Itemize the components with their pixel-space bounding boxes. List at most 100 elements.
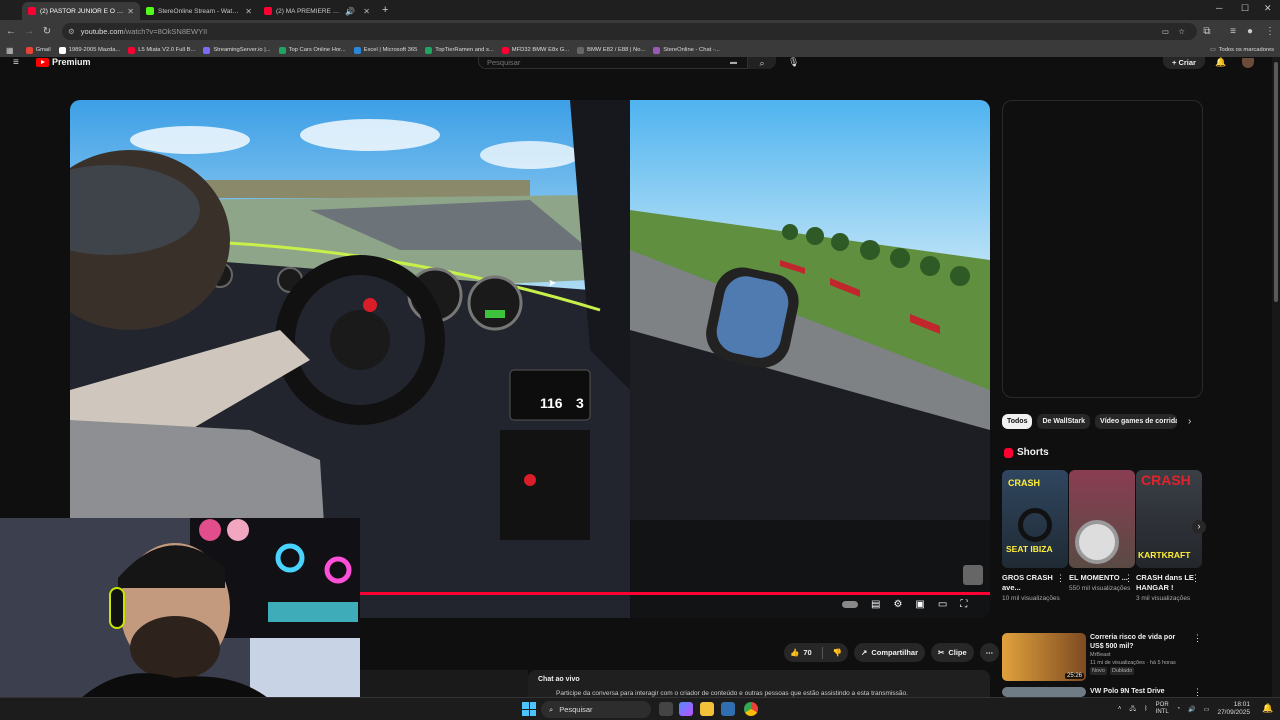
thumbs-up-icon: 👍 — [790, 648, 800, 657]
clip-button[interactable]: ✂ Clipe — [931, 643, 974, 662]
media-icon[interactable]: ≡ — [1224, 26, 1242, 37]
extensions-icon[interactable]: ⧉ — [1198, 26, 1216, 37]
video-thumbnail[interactable] — [1002, 687, 1086, 697]
clock[interactable]: 18:01 27/09/2025 — [1217, 701, 1250, 717]
site-info-icon[interactable]: ⚙ — [68, 27, 75, 36]
forward-icon[interactable]: → — [20, 26, 38, 37]
chevron-right-icon[interactable]: › — [1188, 416, 1191, 427]
speaker-icon[interactable]: 🔊 — [345, 7, 355, 16]
channel-watermark[interactable] — [963, 565, 983, 585]
bookmark-item[interactable]: MFD32 BMW E8x G... — [501, 46, 569, 54]
kick-favicon-icon — [146, 7, 154, 15]
bookmark-item[interactable]: 1989-2005 Mazda... — [58, 46, 120, 54]
settings-gear-icon[interactable]: ⚙ — [893, 599, 902, 610]
autoplay-toggle[interactable] — [842, 601, 858, 608]
language-indicator[interactable]: POR INTL — [1156, 702, 1169, 716]
address-bar[interactable]: ⚙ youtube.com/watch?v=8OkSN8EWYII ▭ ☆ — [62, 23, 1197, 40]
volume-icon[interactable]: 🔊 — [1188, 706, 1195, 713]
taskbar-search[interactable]: ⌕ Pesquisar — [541, 701, 651, 718]
short-overlay-text: CRASH — [1141, 472, 1191, 488]
windows-start-icon[interactable] — [522, 702, 536, 716]
cast-icon[interactable]: ▭ — [1162, 27, 1169, 36]
browser-tab-3[interactable]: (2) MA PREMIERE COURSE 🔊 ✕ — [258, 2, 376, 20]
bookmark-item[interactable]: L5 Miata V2.0 Full B... — [128, 46, 195, 54]
copilot-icon[interactable] — [679, 702, 693, 716]
profile-icon[interactable]: ● — [1241, 26, 1259, 37]
short-overlay-text: KARTKRAFT — [1138, 550, 1191, 560]
bluetooth-icon[interactable]: ᛒ — [1144, 706, 1148, 712]
share-button[interactable]: ↗ Compartilhar — [854, 643, 926, 662]
theater-mode-icon[interactable]: ▭ — [938, 599, 947, 610]
dislike-button[interactable]: 👎 — [827, 648, 848, 657]
task-view-icon[interactable] — [659, 702, 673, 716]
bookmark-star-icon[interactable]: ☆ — [1178, 27, 1185, 36]
tray-chevron-icon[interactable]: ˄ — [1118, 706, 1122, 712]
notification-bell-icon[interactable]: 🔔 — [1262, 703, 1273, 714]
more-options-icon[interactable]: ⋮ — [1124, 573, 1133, 584]
more-options-icon[interactable]: ⋮ — [1193, 633, 1202, 681]
search-input[interactable]: Pesquisar — [478, 57, 748, 69]
chrome-icon[interactable] — [744, 702, 758, 716]
apps-grid-icon[interactable]: ▦ — [6, 46, 14, 55]
more-options-icon[interactable]: ⋮ — [1191, 573, 1200, 584]
video-title[interactable]: VW Polo 9N Test Drive — [1090, 687, 1189, 696]
youtube-logo[interactable]: Premium — [36, 57, 91, 67]
browser-tab-1[interactable]: (2) PASTOR JUNIOR E O SOM D ✕ — [22, 2, 140, 20]
more-actions-button[interactable]: ⋯ — [979, 643, 1000, 662]
chip-all[interactable]: Todos — [1002, 414, 1033, 429]
bookmark-item[interactable]: Gmail — [25, 46, 51, 54]
close-tab-icon[interactable]: ✕ — [245, 7, 252, 16]
short-card[interactable]: EL MOMENTO ... 550 mil visualizações ⋮ — [1069, 470, 1135, 593]
all-bookmarks-folder[interactable]: ▭ Todos os marcadores — [1210, 47, 1274, 53]
microphone-icon[interactable]: 🎙 — [788, 57, 799, 68]
reload-icon[interactable]: ↻ — [38, 26, 56, 37]
miniplayer-icon[interactable]: ▣ — [915, 599, 924, 610]
close-tab-icon[interactable]: ✕ — [127, 7, 134, 16]
battery-icon[interactable]: ▭ — [1204, 706, 1210, 713]
bookmark-item[interactable]: Top Cars Online Hor... — [278, 46, 346, 54]
bookmark-item[interactable]: Excel | Microsoft 365 — [353, 46, 417, 54]
chip-channel[interactable]: De WallStark — [1037, 414, 1091, 429]
bookmark-item[interactable]: StreamingServer.io |... — [203, 46, 271, 54]
keyboard-icon[interactable]: ▬ — [730, 59, 737, 66]
short-views: 550 mil visualizações — [1069, 585, 1131, 592]
bookmark-item[interactable]: BMW E82 / E88 | No... — [577, 46, 645, 54]
subtitles-icon[interactable]: ▤ — [871, 599, 880, 610]
short-card[interactable]: CRASH SEAT IBIZA GROS CRASH ave... 10 mi… — [1002, 470, 1068, 603]
create-button[interactable]: + Criar — [1163, 57, 1205, 69]
logo-text: Premium — [52, 57, 91, 67]
bookmark-item[interactable]: TopTierRamen and s... — [425, 46, 494, 54]
search-button[interactable]: ⌕ — [748, 57, 776, 69]
browser-tab-2[interactable]: StereOnline Stream - Watch Liv ✕ — [140, 2, 258, 20]
shorts-section-title: Shorts — [1004, 447, 1049, 458]
like-button[interactable]: 👍 70 — [784, 648, 818, 657]
menu-dots-icon[interactable]: ⋮ — [1261, 26, 1279, 37]
tab-title: StereOnline Stream - Watch Liv — [158, 7, 242, 15]
video-title[interactable]: Correria risco de vida por US$ 500 mil? — [1090, 633, 1189, 651]
fullscreen-icon[interactable]: ⛶ — [960, 599, 967, 610]
store-icon[interactable] — [721, 702, 735, 716]
page-scrollbar[interactable] — [1272, 57, 1280, 697]
notifications-icon[interactable]: 🔔 — [1215, 57, 1226, 68]
short-card[interactable]: CRASH KARTKRAFT CRASH dans LE HANGAR ! 3… — [1136, 470, 1202, 603]
file-explorer-icon[interactable] — [700, 702, 714, 716]
recommended-video[interactable]: 25:26 Correria risco de vida por US$ 500… — [1002, 633, 1202, 681]
maximize-icon[interactable]: ☐ — [1241, 3, 1249, 14]
short-thumbnail[interactable] — [1069, 470, 1135, 568]
shorts-next-button[interactable]: › — [1192, 520, 1206, 534]
channel-name[interactable]: MrBeast — [1090, 651, 1189, 659]
minimize-icon[interactable]: ─ — [1216, 3, 1222, 13]
back-icon[interactable]: ← — [2, 26, 20, 37]
chip-racing-games[interactable]: Vídeo games de corrida — [1095, 414, 1178, 429]
wifi-icon[interactable]: ◔ — [1177, 706, 1181, 712]
new-tab-button[interactable]: + — [382, 4, 388, 16]
video-thumbnail[interactable]: 25:26 — [1002, 633, 1086, 681]
more-options-icon[interactable]: ⋮ — [1056, 573, 1065, 584]
short-thumbnail[interactable]: CRASH SEAT IBIZA — [1002, 470, 1068, 568]
hamburger-menu-icon[interactable]: ≡ — [13, 57, 19, 68]
close-tab-icon[interactable]: ✕ — [363, 7, 370, 16]
short-thumbnail[interactable]: CRASH KARTKRAFT — [1136, 470, 1202, 568]
network-icon[interactable]: 🖧 — [1129, 704, 1136, 714]
bookmark-item[interactable]: StereOnline - Chat -... — [653, 46, 720, 54]
close-window-icon[interactable]: ✕ — [1264, 3, 1272, 14]
